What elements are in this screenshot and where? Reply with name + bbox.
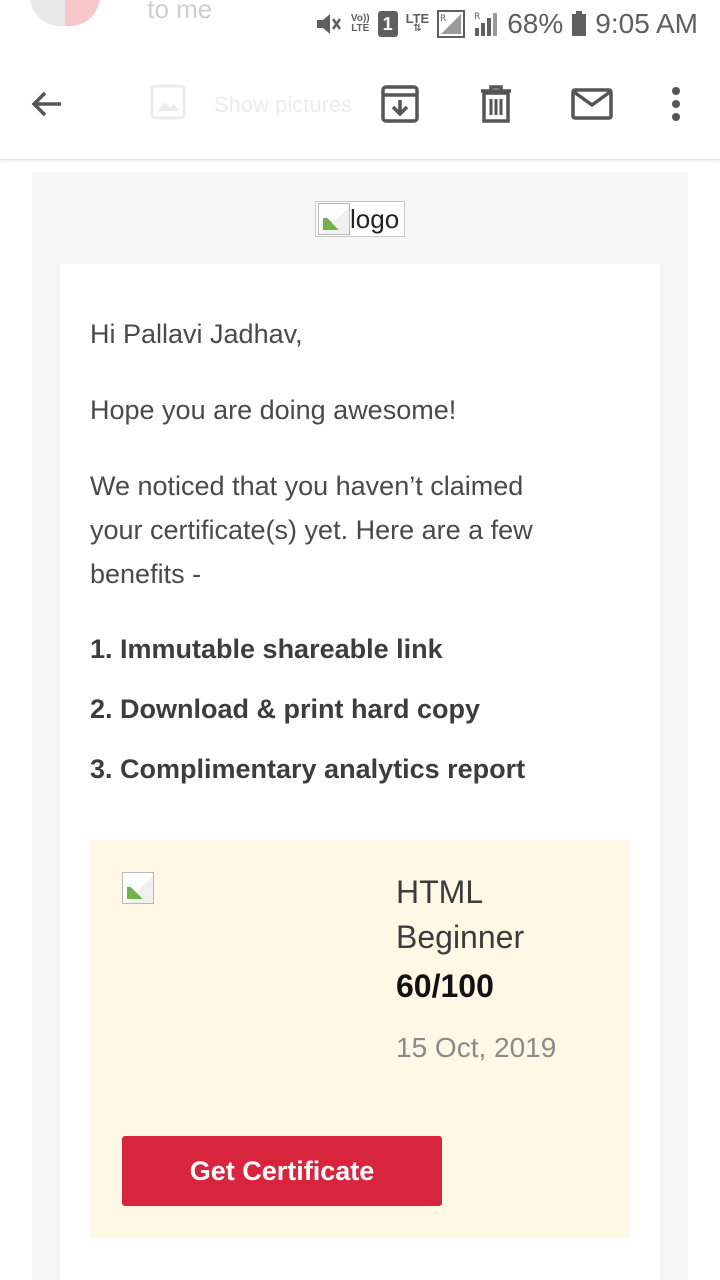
svg-text:R: R [440, 14, 446, 24]
recipient-label: to me [147, 0, 213, 24]
body-line-2: your certificate(s) yet. Here are a few [90, 515, 533, 545]
clock: 9:05 AM [595, 8, 698, 39]
arrow-left-icon [31, 91, 61, 117]
more-vert-icon [672, 87, 680, 121]
certificate-card: HTML Beginner 60/100 15 Oct, 2019 Get Ce… [90, 840, 630, 1238]
certificate-title: HTML Beginner [396, 870, 596, 960]
mute-icon [313, 9, 343, 39]
certificate-title-line-2: Beginner [396, 919, 525, 955]
archive-button[interactable] [372, 76, 428, 132]
image-icon [150, 84, 186, 126]
header-peek: to me [30, 0, 212, 26]
trash-icon [481, 85, 511, 123]
lte-icon: LTE ⇅ [405, 11, 430, 34]
status-bar: to me Vo)) LTE 1 LTE ⇅ R R 68% 9:05 AM [0, 0, 720, 48]
benefit-item: 1. Immutable shareable link [90, 634, 443, 664]
svg-text:R: R [474, 12, 480, 22]
logo-image: logo [315, 201, 405, 237]
archive-icon [381, 85, 419, 123]
email-body: logo Hi Pallavi Jadhav, Hope you are doi… [32, 172, 688, 1280]
greeting: Hi Pallavi Jadhav, [90, 319, 303, 349]
email-card: Hi Pallavi Jadhav, Hope you are doing aw… [60, 264, 660, 1280]
benefit-item: 2. Download & print hard copy [90, 694, 481, 724]
logo-alt-text: logo [350, 203, 400, 234]
body-line-1: We noticed that you haven’t claimed [90, 471, 524, 501]
sim-icon: 1 [377, 11, 398, 37]
battery-icon [571, 11, 587, 37]
certificate-image [122, 872, 154, 904]
benefit-item: 3. Complimentary analytics report [90, 754, 526, 784]
more-options-button[interactable] [648, 76, 704, 132]
body-line-3: benefits - [90, 559, 202, 589]
signal-roaming-icon: R [437, 10, 466, 38]
get-certificate-button[interactable]: Get Certificate [122, 1136, 442, 1206]
volte-icon: Vo)) LTE [350, 13, 370, 34]
mark-unread-button[interactable] [564, 76, 620, 132]
delete-button[interactable] [468, 76, 524, 132]
sender-avatar [30, 0, 100, 26]
certificate-date: 15 Oct, 2019 [396, 1032, 557, 1063]
intro-line: Hope you are doing awesome! [90, 395, 457, 425]
battery-percent: 68% [507, 8, 564, 39]
certificate-score: 60/100 [396, 968, 494, 1004]
mail-toolbar: Show pictures [0, 48, 720, 160]
broken-image-icon [318, 203, 350, 235]
signal-icon: R [473, 10, 499, 38]
show-pictures-label: Show pictures [214, 92, 353, 117]
show-pictures-button[interactable]: Show pictures [150, 84, 352, 126]
certificate-title-line-1: HTML [396, 874, 484, 910]
back-button[interactable] [19, 76, 75, 132]
mail-icon [571, 88, 613, 120]
